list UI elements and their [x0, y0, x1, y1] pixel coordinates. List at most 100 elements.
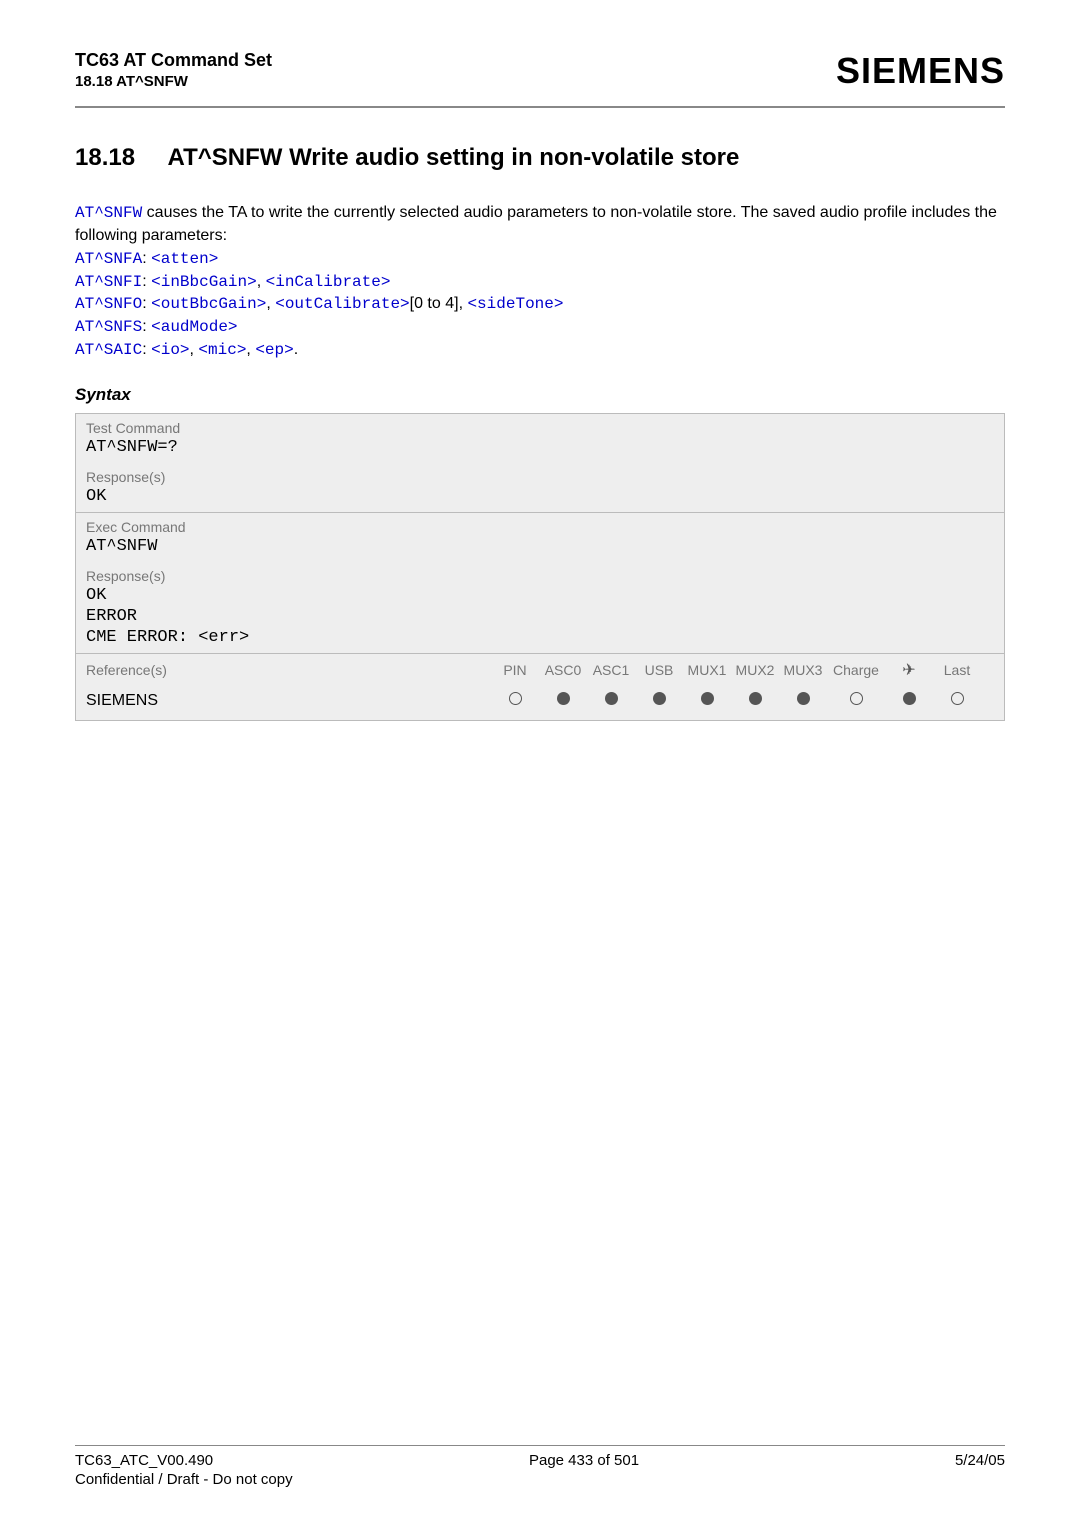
footer-version: TC63_ATC_V00.490	[75, 1452, 213, 1469]
exec-response-label: Response(s)	[86, 568, 994, 584]
reference-data-row: SIEMENS	[76, 686, 1004, 720]
circle-filled-icon	[701, 692, 714, 705]
circle-filled-icon	[797, 692, 810, 705]
exec-command-label: Exec Command	[86, 519, 994, 535]
snfo-colon: :	[142, 295, 151, 312]
test-command-section: Test Command AT^SNFW=?	[76, 414, 1004, 463]
doc-subtitle: 18.18 AT^SNFW	[75, 73, 272, 90]
syntax-heading: Syntax	[75, 385, 1005, 405]
test-response-label: Response(s)	[86, 469, 994, 485]
asc0-dot	[539, 692, 587, 710]
snfs-colon: :	[142, 318, 151, 335]
reference-value: SIEMENS	[86, 692, 491, 710]
test-command-label: Test Command	[86, 420, 994, 436]
snfi-cmd-link[interactable]: AT^SNFI	[75, 273, 142, 291]
param-line-snfo: AT^SNFO: <outBbcGain>, <outCalibrate>[0 …	[75, 293, 1005, 316]
snfs-audmode-link[interactable]: <audMode>	[151, 318, 237, 336]
col-asc0: ASC0	[539, 662, 587, 678]
section-heading: 18.18 AT^SNFW Write audio setting in non…	[75, 144, 1005, 172]
saic-end: .	[294, 341, 298, 358]
param-line-snfi: AT^SNFI: <inBbcGain>, <inCalibrate>	[75, 271, 1005, 294]
last-dot	[933, 692, 981, 710]
exec-command-section: Exec Command AT^SNFW	[76, 513, 1004, 562]
col-mux1: MUX1	[683, 662, 731, 678]
snfi-colon: :	[142, 273, 151, 290]
footer-row: TC63_ATC_V00.490 Page 433 of 501 5/24/05	[75, 1452, 1005, 1469]
snfa-colon: :	[142, 250, 151, 267]
snfi-sep: ,	[257, 273, 266, 290]
circle-filled-icon	[749, 692, 762, 705]
circle-open-icon	[951, 692, 964, 705]
col-last: Last	[933, 662, 981, 678]
dot-row	[491, 692, 981, 710]
col-arrow-icon: ✈	[885, 660, 933, 680]
circle-filled-icon	[605, 692, 618, 705]
saic-sep2: ,	[246, 341, 255, 358]
exec-response-ok: OK	[86, 586, 994, 605]
col-mux2: MUX2	[731, 662, 779, 678]
intro-paragraph: AT^SNFW causes the TA to write the curre…	[75, 202, 1005, 246]
reference-label: Reference(s)	[86, 662, 491, 678]
snfi-incalibrate-link[interactable]: <inCalibrate>	[266, 273, 391, 291]
saic-cmd-link[interactable]: AT^SAIC	[75, 341, 142, 359]
page-footer: TC63_ATC_V00.490 Page 433 of 501 5/24/05…	[75, 1445, 1005, 1488]
snfa-atten-link[interactable]: <atten>	[151, 250, 218, 268]
exec-response-section: Response(s) OK ERROR CME ERROR: <err>	[76, 562, 1004, 653]
snfo-outcalibrate-link[interactable]: <outCalibrate>	[275, 295, 409, 313]
snfo-sidetone-link[interactable]: <sideTone>	[467, 295, 563, 313]
test-response-section: Response(s) OK	[76, 463, 1004, 512]
col-mux3: MUX3	[779, 662, 827, 678]
exec-command-code: AT^SNFW	[86, 537, 994, 556]
test-command-code: AT^SNFW=?	[86, 438, 994, 457]
col-charge: Charge	[827, 662, 885, 678]
section-title-text: AT^SNFW Write audio setting in non-volat…	[168, 144, 740, 171]
brand-logo: SIEMENS	[836, 50, 1005, 92]
snfo-cmd-link[interactable]: AT^SNFO	[75, 295, 142, 313]
footer-page: Page 433 of 501	[529, 1452, 639, 1469]
asc1-dot	[587, 692, 635, 710]
circle-filled-icon	[557, 692, 570, 705]
arrow-dot	[885, 692, 933, 710]
exec-response-error: ERROR	[86, 607, 994, 626]
col-asc1: ASC1	[587, 662, 635, 678]
saic-ep-link[interactable]: <ep>	[255, 341, 293, 359]
header-divider	[75, 106, 1005, 108]
charge-dot	[827, 692, 885, 710]
col-pin: PIN	[491, 662, 539, 678]
pin-dot	[491, 692, 539, 710]
footer-divider	[75, 1445, 1005, 1446]
snfs-cmd-link[interactable]: AT^SNFS	[75, 318, 142, 336]
circle-filled-icon	[653, 692, 666, 705]
snfo-outbbcgain-link[interactable]: <outBbcGain>	[151, 295, 266, 313]
intro-text: causes the TA to write the currently sel…	[75, 204, 997, 244]
mux2-dot	[731, 692, 779, 710]
circle-open-icon	[509, 692, 522, 705]
exec-response-cme: CME ERROR: <err>	[86, 628, 994, 647]
reference-header-row: Reference(s) PIN ASC0 ASC1 USB MUX1 MUX2…	[76, 654, 1004, 686]
circle-open-icon	[850, 692, 863, 705]
saic-mic-link[interactable]: <mic>	[198, 341, 246, 359]
snfi-inbbcgain-link[interactable]: <inBbcGain>	[151, 273, 257, 291]
footer-date: 5/24/05	[955, 1452, 1005, 1469]
section-number: 18.18	[75, 144, 135, 171]
saic-io-link[interactable]: <io>	[151, 341, 189, 359]
snfo-sep1: ,	[266, 295, 275, 312]
parameter-list: AT^SNFA: <atten> AT^SNFI: <inBbcGain>, <…	[75, 248, 1005, 361]
usb-dot	[635, 692, 683, 710]
footer-confidential: Confidential / Draft - Do not copy	[75, 1471, 1005, 1488]
snfa-cmd-link[interactable]: AT^SNFA	[75, 250, 142, 268]
doc-title: TC63 AT Command Set	[75, 50, 272, 71]
test-response-ok: OK	[86, 487, 994, 506]
mux1-dot	[683, 692, 731, 710]
intro-command-link[interactable]: AT^SNFW	[75, 204, 142, 222]
param-line-snfa: AT^SNFA: <atten>	[75, 248, 1005, 271]
circle-filled-icon	[903, 692, 916, 705]
mux3-dot	[779, 692, 827, 710]
param-line-saic: AT^SAIC: <io>, <mic>, <ep>.	[75, 339, 1005, 362]
header-left: TC63 AT Command Set 18.18 AT^SNFW	[75, 50, 272, 90]
reference-columns: PIN ASC0 ASC1 USB MUX1 MUX2 MUX3 Charge …	[491, 660, 981, 680]
param-line-snfs: AT^SNFS: <audMode>	[75, 316, 1005, 339]
col-usb: USB	[635, 662, 683, 678]
syntax-table: Test Command AT^SNFW=? Response(s) OK Ex…	[75, 413, 1005, 721]
snfo-range: [0 to 4],	[410, 295, 468, 312]
